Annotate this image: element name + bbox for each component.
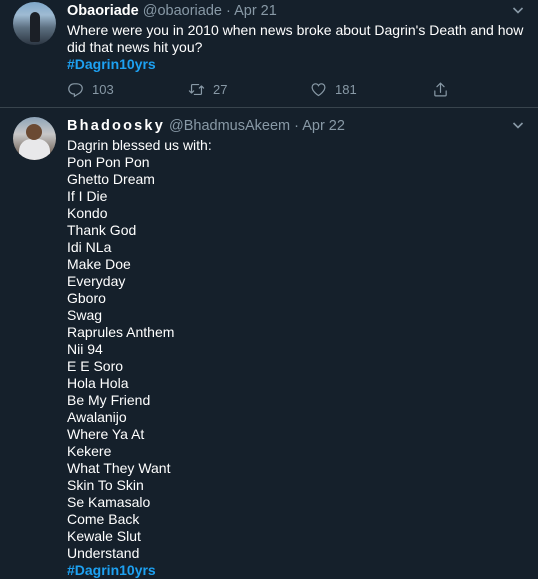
song-list-item: Come Back	[67, 511, 140, 527]
song-list-item: Be My Friend	[67, 392, 151, 408]
author-name[interactable]: Obaoriade	[67, 3, 139, 19]
song-list-item: Ghetto Dream	[67, 171, 155, 187]
retweet-button[interactable]: 27	[188, 81, 227, 98]
reply-button[interactable]: 103	[67, 81, 114, 98]
song-list-item: Kewale Slut	[67, 528, 141, 544]
author-name[interactable]: Bhadoosky	[67, 118, 165, 134]
chevron-down-icon[interactable]	[512, 119, 524, 131]
tweet-text: Dagrin blessed us with: Pon Pon Pon Ghett…	[67, 137, 527, 579]
share-icon	[434, 82, 447, 97]
song-list-item: Everyday	[67, 273, 126, 289]
song-list-item: Where Ya At	[67, 426, 145, 442]
song-list-item: Pon Pon Pon	[67, 154, 150, 170]
chevron-down-icon[interactable]	[512, 4, 524, 16]
separator-dot: ·	[226, 3, 231, 19]
avatar-shirt	[19, 139, 50, 160]
reply-icon	[68, 83, 83, 98]
song-list-item: E E Soro	[67, 358, 124, 374]
tweet-date[interactable]: Apr 22	[302, 118, 345, 134]
avatar[interactable]	[13, 117, 56, 160]
separator-dot: ·	[294, 118, 299, 134]
song-list-item: Thank God	[67, 222, 137, 238]
tweet-header: Bhadoosky @BhadmusAkeem · Apr 22	[67, 118, 345, 134]
song-list-item: Se Kamasalo	[67, 494, 151, 510]
tweet-text-line: did that news hit you?	[67, 39, 203, 55]
tweet-text-line: Where were you in 2010 when news broke a…	[67, 22, 524, 38]
author-handle[interactable]: @BhadmusAkeem	[169, 118, 290, 134]
heart-icon	[311, 83, 326, 97]
tweet-header: Obaoriade @obaoriade · Apr 21	[67, 3, 277, 19]
song-list-item: Nii 94	[67, 341, 103, 357]
tweet-date[interactable]: Apr 21	[234, 3, 277, 19]
share-button[interactable]	[432, 81, 449, 98]
tweet[interactable]: Obaoriade @obaoriade · Apr 21 Where were…	[0, 0, 538, 108]
tweet-intro: Dagrin blessed us with:	[67, 137, 212, 153]
like-count: 181	[335, 82, 357, 97]
reply-count: 103	[92, 82, 114, 97]
retweet-icon	[188, 83, 205, 96]
song-list-item: Hola Hola	[67, 375, 129, 391]
author-handle[interactable]: @obaoriade	[143, 3, 222, 19]
avatar[interactable]	[13, 2, 56, 45]
song-list-item: Understand	[67, 545, 140, 561]
retweet-count: 27	[213, 82, 228, 97]
song-list-item: If I Die	[67, 188, 108, 204]
song-list-item: Skin To Skin	[67, 477, 144, 493]
song-list-item: What They Want	[67, 460, 171, 476]
like-button[interactable]: 181	[310, 81, 357, 98]
song-list-item: Make Doe	[67, 256, 131, 272]
tweet-actions: 103 27 181	[67, 81, 467, 99]
song-list-item: Kondo	[67, 205, 108, 221]
song-list-item: Idi NLa	[67, 239, 112, 255]
song-list-item: Raprules Anthem	[67, 324, 175, 340]
hashtag-link[interactable]: #Dagrin10yrs	[67, 56, 527, 73]
tweet[interactable]: Bhadoosky @BhadmusAkeem · Apr 22 Dagrin …	[0, 108, 538, 578]
avatar-figure	[30, 12, 40, 42]
song-list: Pon Pon Pon Ghetto Dream If I Die Kondo Than…	[67, 154, 527, 562]
song-list-item: Kekere	[67, 443, 112, 459]
avatar-face	[26, 124, 42, 140]
song-list-item: Swag	[67, 307, 103, 323]
song-list-item: Gboro	[67, 290, 106, 306]
tweet-text: Where were you in 2010 when news broke a…	[67, 22, 527, 73]
song-list-item: Awalanijo	[67, 409, 127, 425]
